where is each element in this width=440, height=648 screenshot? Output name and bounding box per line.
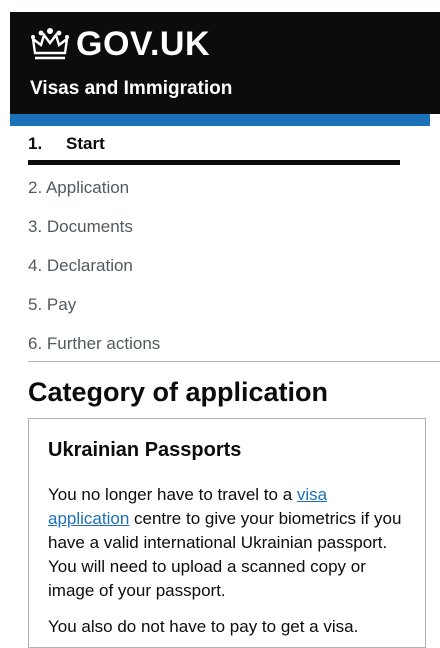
header-accent-bar xyxy=(10,114,430,126)
panel-paragraph-1: You no longer have to travel to a visa a… xyxy=(48,483,413,603)
logo-text: GOV.UK xyxy=(76,25,211,63)
paragraph-text: You no longer have to travel to a xyxy=(48,485,297,504)
step-number: 1. xyxy=(28,134,43,153)
step-label: Start xyxy=(66,134,105,153)
step-pay: 5. Pay xyxy=(28,295,77,314)
step-documents: 3. Documents xyxy=(28,217,133,236)
service-name[interactable]: Visas and Immigration xyxy=(30,78,232,100)
step-start[interactable]: 1. Start xyxy=(28,128,400,165)
panel-paragraph-2: You also do not have to pay to get a vis… xyxy=(48,617,359,636)
step-navigation: 1. Start 2. Application 3. Documents 4. D… xyxy=(28,128,400,363)
step-further-actions: 6. Further actions xyxy=(28,334,161,353)
step-declaration: 4. Declaration xyxy=(28,256,133,275)
crown-icon xyxy=(31,28,69,60)
info-panel: Ukrainian Passports You no longer have t… xyxy=(28,418,426,648)
page-title: Category of application xyxy=(28,377,329,407)
steps-divider xyxy=(28,361,440,362)
step-application: 2. Application xyxy=(28,178,130,197)
panel-title: Ukrainian Passports xyxy=(48,439,242,461)
govuk-logo[interactable]: GOV.UK xyxy=(30,22,210,66)
site-header: GOV.UK Visas and Immigration xyxy=(10,12,440,114)
